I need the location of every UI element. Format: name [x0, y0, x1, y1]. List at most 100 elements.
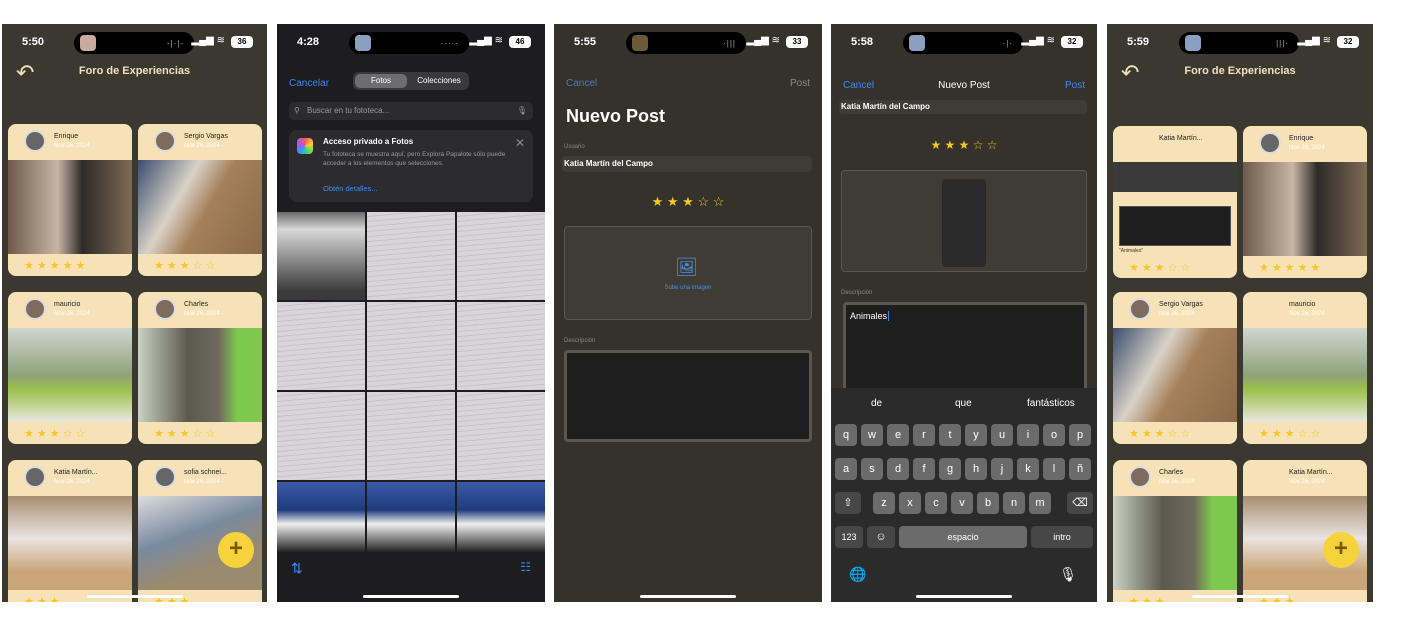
letter-key[interactable]: o — [1043, 424, 1065, 446]
post-card[interactable]: Katia Martín... Nov 26, 2024 ★★★ — [8, 460, 132, 602]
photo-thumb[interactable] — [277, 302, 365, 390]
image-preview[interactable] — [841, 170, 1087, 272]
shift-key[interactable]: ⇧ — [835, 492, 861, 514]
photo-thumb[interactable] — [457, 302, 545, 390]
letter-key[interactable]: x — [899, 492, 921, 514]
post-card[interactable]: Enrique Nov 26, 2024 ★★★★★ — [8, 124, 132, 276]
globe-icon[interactable]: 🌐 — [849, 566, 866, 583]
photo-thumb[interactable] — [457, 392, 545, 480]
letter-key[interactable]: l — [1043, 458, 1065, 480]
add-post-button[interactable]: + — [218, 532, 254, 568]
post-card[interactable]: mauricio Nov 26, 2024 ★★★☆☆ — [8, 292, 132, 444]
cancel-button[interactable]: Cancel — [566, 78, 597, 89]
post-card[interactable]: Katia Martín... Nov 26, 2024 ★★★ — [1243, 460, 1367, 602]
add-post-button[interactable]: + — [1323, 532, 1359, 568]
post-author: Katia Martín... — [1289, 469, 1333, 476]
letter-key[interactable]: g — [939, 458, 961, 480]
letter-key[interactable]: h — [965, 458, 987, 480]
screen-forum-2: 5:59 |||· ▂▄▆ ≋ 32 ↶ Foro de Experiencia… — [1107, 24, 1373, 602]
post-card[interactable]: Enrique Nov 26, 2024 ★★★★★ — [1243, 126, 1367, 278]
photo-thumb[interactable] — [367, 392, 455, 480]
description-input[interactable]: Animales — [843, 302, 1087, 392]
delete-key[interactable]: ⌫ — [1067, 492, 1093, 514]
letter-key[interactable]: m — [1029, 492, 1051, 514]
post-card[interactable]: Sergio Vargas Nov 26, 2024 ★★★☆☆ — [138, 124, 262, 276]
view-options-icon[interactable]: ☷ — [520, 560, 531, 574]
post-card[interactable]: mauricio Nov 26, 2024 ★★★☆☆ — [1243, 292, 1367, 444]
sort-icon[interactable]: ⇅ — [291, 560, 303, 577]
avatar — [154, 130, 176, 152]
uploaded-image — [942, 179, 986, 267]
search-input[interactable]: ⚲ Buscar en tu fototeca... 🎙 — [289, 102, 533, 120]
suggestion[interactable]: que — [955, 398, 972, 409]
tab-photos[interactable]: Fotos — [355, 74, 407, 88]
suggestion[interactable]: fantásticos — [1027, 398, 1075, 409]
photo-thumb[interactable] — [367, 212, 455, 300]
letter-key[interactable]: j — [991, 458, 1013, 480]
photo-thumb[interactable] — [367, 482, 455, 552]
rating-stars[interactable]: ★ ★ ★ ☆ ☆ — [554, 194, 822, 210]
letter-key[interactable]: s — [861, 458, 883, 480]
space-key[interactable]: espacio — [899, 526, 1027, 548]
letter-key[interactable]: e — [887, 424, 909, 446]
letter-key[interactable]: w — [861, 424, 883, 446]
letter-key[interactable]: c — [925, 492, 947, 514]
microphone-icon[interactable]: 🎙 — [1059, 566, 1077, 583]
letter-key[interactable]: r — [913, 424, 935, 446]
post-author: Enrique — [54, 133, 79, 140]
letter-key[interactable]: ñ — [1069, 458, 1091, 480]
photo-thumb[interactable] — [277, 392, 365, 480]
page-title: Nuevo Post — [566, 106, 666, 126]
post-button[interactable]: Post — [1065, 80, 1085, 91]
letter-key[interactable]: t — [939, 424, 961, 446]
post-image — [8, 328, 132, 422]
letter-key[interactable]: k — [1017, 458, 1039, 480]
status-bar: 4:28 ····· ▂▄▆ ≋ 46 — [277, 32, 545, 54]
letter-key[interactable]: q — [835, 424, 857, 446]
photo-thumb[interactable] — [457, 482, 545, 552]
letter-key[interactable]: n — [1003, 492, 1025, 514]
post-card[interactable]: Sergio Vargas Nov 26, 2024 ★★★☆☆ — [1113, 292, 1237, 444]
microphone-icon[interactable]: 🎙 — [517, 102, 527, 120]
letter-key[interactable]: u — [991, 424, 1013, 446]
emoji-key[interactable]: ☺ — [867, 526, 895, 548]
description-value: Animales — [850, 311, 890, 321]
letter-key[interactable]: b — [977, 492, 999, 514]
suggestion[interactable]: de — [871, 398, 882, 409]
photo-thumb[interactable] — [277, 212, 365, 300]
clock: 4:28 — [297, 36, 320, 48]
post-image — [138, 160, 262, 254]
post-card[interactable]: sofia schnei... Nov 26, 2024 ★★★ — [138, 460, 262, 602]
tab-collections[interactable]: Colecciones — [411, 74, 467, 88]
photo-thumb[interactable] — [367, 302, 455, 390]
letter-key[interactable]: a — [835, 458, 857, 480]
letter-key[interactable]: d — [887, 458, 909, 480]
photo-thumb[interactable] — [457, 212, 545, 300]
post-card[interactable]: Katia Martín... "Animales" ★★★☆☆ — [1113, 126, 1237, 278]
photo-thumb[interactable] — [277, 482, 365, 552]
post-card[interactable]: Charles Nov 26, 2024 ★★★ — [1113, 460, 1237, 602]
user-value: Katia Martín del Campo — [841, 102, 930, 111]
user-label: Usuario — [564, 144, 585, 150]
letter-key[interactable]: v — [951, 492, 973, 514]
cancel-button[interactable]: Cancelar — [289, 78, 329, 89]
numbers-key[interactable]: 123 — [835, 526, 863, 548]
user-field[interactable]: Katia Martín del Campo — [562, 156, 812, 172]
close-icon[interactable]: ✕ — [515, 136, 525, 150]
letter-key[interactable]: y — [965, 424, 987, 446]
letter-key[interactable]: z — [873, 492, 895, 514]
letter-key[interactable]: i — [1017, 424, 1039, 446]
battery-level: 32 — [1337, 36, 1359, 48]
image-upload-area[interactable]: 🖼 Sube una imagen — [564, 226, 812, 320]
letter-key[interactable]: p — [1069, 424, 1091, 446]
home-indicator — [916, 595, 1012, 598]
user-value: Katia Martín del Campo — [564, 159, 653, 168]
post-card[interactable]: Charles Nov 26, 2024 ★★★☆☆ — [138, 292, 262, 444]
post-button[interactable]: Post — [790, 78, 810, 89]
rating-stars[interactable]: ★ ★ ★ ☆ ☆ — [831, 138, 1097, 152]
details-link[interactable]: Obtén detalles... — [323, 184, 378, 193]
letter-key[interactable]: f — [913, 458, 935, 480]
return-key[interactable]: intro — [1031, 526, 1093, 548]
user-field[interactable]: Katia Martín del Campo — [839, 100, 1087, 114]
description-input[interactable] — [564, 350, 812, 442]
